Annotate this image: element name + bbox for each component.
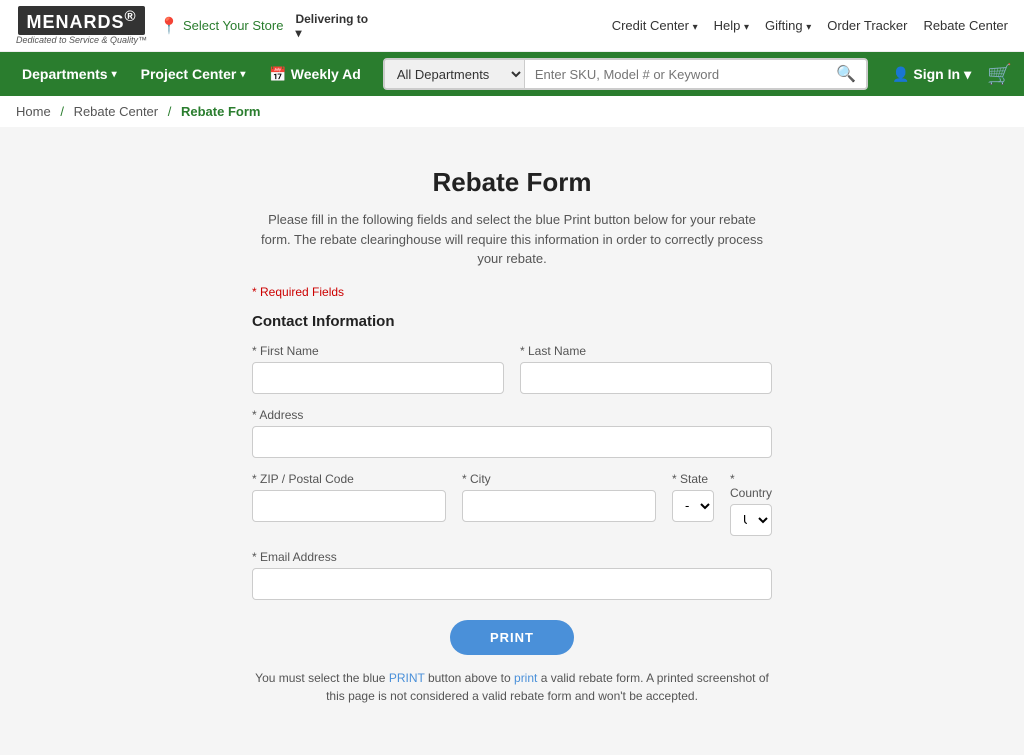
country-group: * Country USA [730,472,772,536]
breadcrumb-separator-1: / [60,104,64,119]
calendar-icon: 📅 [269,66,286,83]
print-note: You must select the blue PRINT button ab… [252,669,772,705]
logo-text: MENARDS® [18,6,144,35]
breadcrumb-rebate-center[interactable]: Rebate Center [74,104,159,119]
project-center-arrow: ▾ [240,69,245,80]
form-title: Rebate Form [252,167,772,198]
departments-nav[interactable]: Departments ▾ [12,52,127,96]
departments-label: Departments [22,66,108,82]
zip-group: * ZIP / Postal Code [252,472,446,536]
project-center-label: Project Center [141,66,237,82]
help-link[interactable]: Help ▾ [714,18,749,33]
cart-icon[interactable]: 🛒 [987,62,1012,87]
help-arrow: ▾ [744,22,749,33]
delivering-label: Delivering to [295,12,368,26]
city-input[interactable] [462,490,656,522]
weekly-ad-nav[interactable]: 📅 Weekly Ad [259,52,370,96]
address-input[interactable] [252,426,772,458]
print-link: print [514,671,537,685]
location-row: * ZIP / Postal Code * City * State - Sel… [252,472,772,536]
address-label: * Address [252,408,772,422]
required-note: * Required Fields [252,285,772,299]
contact-info-title: Contact Information [252,313,772,330]
search-bar: All Departments 🔍 [383,58,868,90]
top-bar-left: MENARDS® Dedicated to Service & Quality™… [16,6,368,45]
rebate-center-link[interactable]: Rebate Center [923,18,1008,33]
user-icon: 👤 [892,66,909,83]
delivering-info: Delivering to ▾ [295,12,368,40]
print-note-highlight: PRINT [389,671,425,685]
logo: MENARDS® Dedicated to Service & Quality™ [16,6,147,45]
last-name-group: * Last Name [520,344,772,394]
top-bar: MENARDS® Dedicated to Service & Quality™… [0,0,1024,52]
order-tracker-link[interactable]: Order Tracker [827,18,907,33]
country-label: * Country [730,472,772,500]
state-group: * State - Select a state - [672,472,714,536]
state-label: * State [672,472,714,486]
breadcrumb-current: Rebate Form [181,104,260,119]
main-content: Rebate Form Please fill in the following… [0,127,1024,755]
city-group: * City [462,472,656,536]
departments-arrow: ▾ [112,69,117,80]
print-button[interactable]: PRINT [450,620,574,655]
gifting-arrow: ▾ [806,22,811,33]
nav-right: 👤 Sign In ▾ 🛒 [884,62,1012,87]
last-name-input[interactable] [520,362,772,394]
logo-reg: ® [125,8,137,25]
gifting-link[interactable]: Gifting ▾ [765,18,811,33]
signin-label: Sign In [913,66,960,82]
breadcrumb-separator-2: / [168,104,172,119]
store-selector-label: Select Your Store [183,18,283,33]
email-input[interactable] [252,568,772,600]
country-select[interactable]: USA [730,504,772,536]
breadcrumb: Home / Rebate Center / Rebate Form [0,96,1024,127]
weekly-ad-label: Weekly Ad [291,66,361,82]
search-department-select[interactable]: All Departments [385,60,525,88]
last-name-label: * Last Name [520,344,772,358]
name-row: * First Name * Last Name [252,344,772,394]
address-row: * Address [252,408,772,458]
delivering-chevron: ▾ [295,26,368,40]
address-group: * Address [252,408,772,458]
credit-center-link[interactable]: Credit Center ▾ [612,18,698,33]
search-button[interactable]: 🔍 [826,60,866,88]
first-name-label: * First Name [252,344,504,358]
location-icon: 📍 [159,16,179,36]
project-center-nav[interactable]: Project Center ▾ [131,52,256,96]
search-input[interactable] [525,60,826,88]
email-label: * Email Address [252,550,772,564]
state-select[interactable]: - Select a state - [672,490,714,522]
zip-input[interactable] [252,490,446,522]
form-description: Please fill in the following fields and … [252,210,772,269]
first-name-group: * First Name [252,344,504,394]
logo-tagline: Dedicated to Service & Quality™ [16,35,147,45]
zip-label: * ZIP / Postal Code [252,472,446,486]
email-row: * Email Address [252,550,772,600]
first-name-input[interactable] [252,362,504,394]
top-bar-right: Credit Center ▾ Help ▾ Gifting ▾ Order T… [612,18,1008,33]
email-group: * Email Address [252,550,772,600]
signin-button[interactable]: 👤 Sign In ▾ [884,66,979,83]
credit-center-arrow: ▾ [693,22,698,33]
store-selector[interactable]: 📍 Select Your Store [159,16,283,36]
breadcrumb-home[interactable]: Home [16,104,51,119]
signin-arrow: ▾ [964,66,971,83]
form-container: Rebate Form Please fill in the following… [212,147,812,725]
nav-bar: Departments ▾ Project Center ▾ 📅 Weekly … [0,52,1024,96]
city-label: * City [462,472,656,486]
